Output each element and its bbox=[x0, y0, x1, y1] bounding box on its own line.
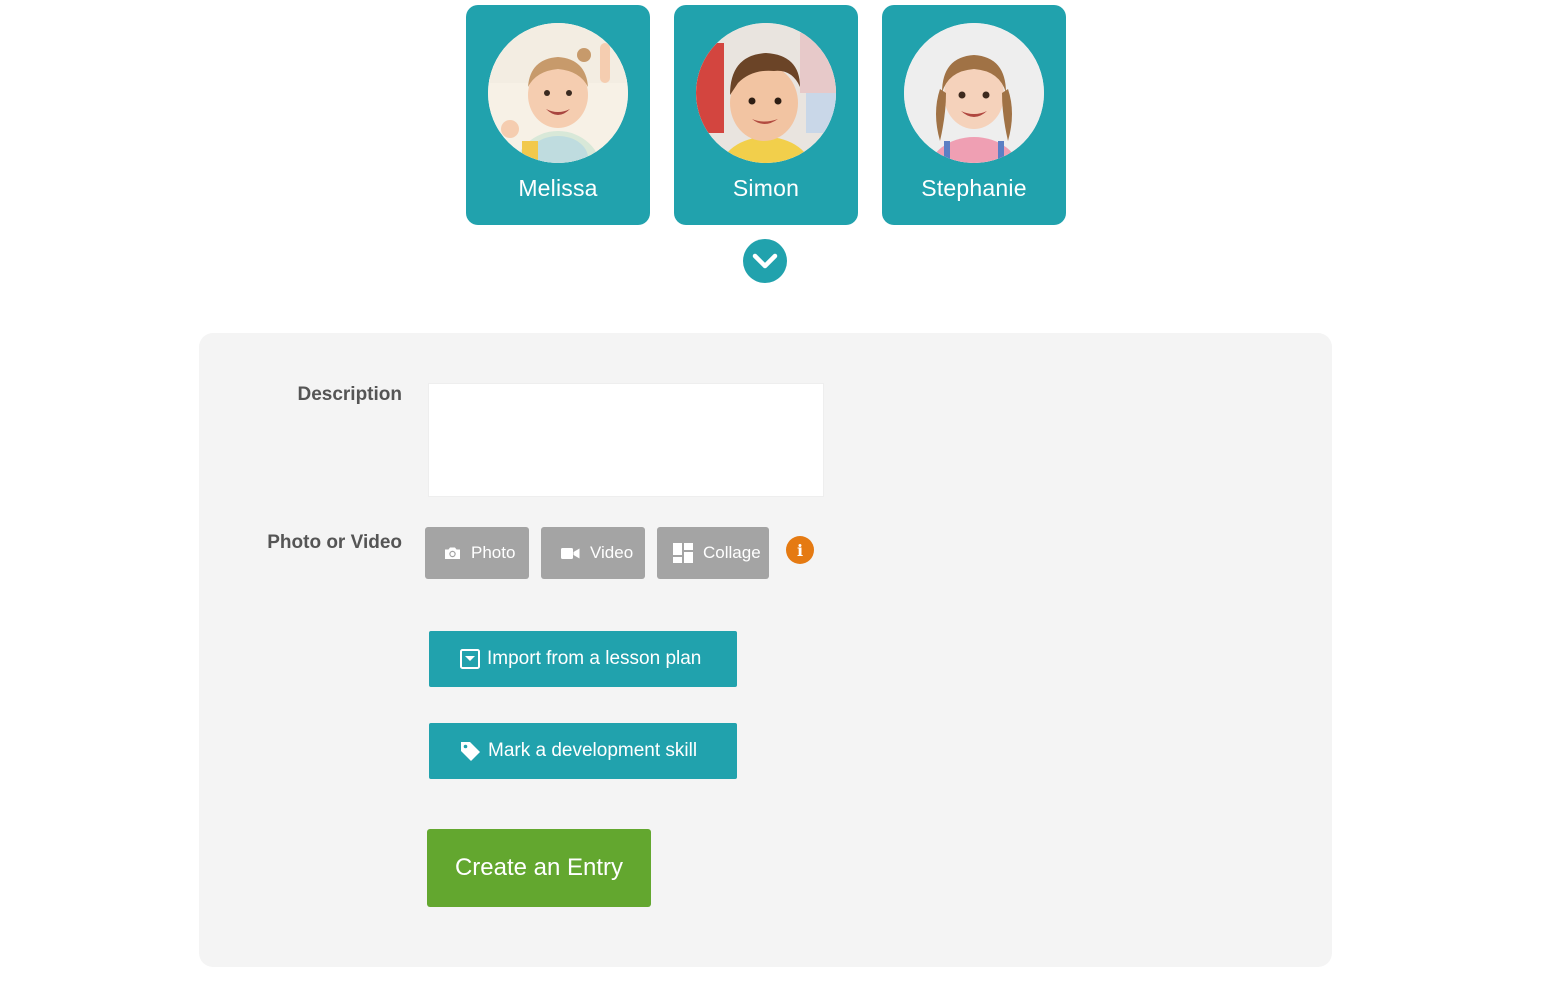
child-avatar bbox=[488, 23, 628, 163]
child-card-stephanie[interactable]: Stephanie bbox=[882, 5, 1066, 225]
tag-icon bbox=[460, 741, 481, 762]
video-button[interactable]: Video bbox=[541, 527, 645, 579]
collage-button[interactable]: Collage bbox=[657, 527, 769, 579]
child-avatar bbox=[696, 23, 836, 163]
mark-development-skill-button[interactable]: Mark a development skill bbox=[429, 723, 737, 779]
create-entry-button[interactable]: Create an Entry bbox=[427, 829, 651, 907]
child-avatar bbox=[904, 23, 1044, 163]
child-card-melissa[interactable]: Melissa bbox=[466, 5, 650, 225]
video-camera-icon bbox=[561, 547, 580, 560]
collage-button-label: Collage bbox=[703, 543, 761, 562]
chevron-down-icon bbox=[752, 253, 778, 269]
child-name: Simon bbox=[732, 175, 800, 201]
description-label: Description bbox=[297, 384, 402, 405]
child-photo-girl-2-icon bbox=[904, 23, 1044, 163]
description-input[interactable] bbox=[428, 383, 824, 497]
mark-development-skill-label: Mark a development skill bbox=[488, 740, 698, 761]
photo-button[interactable]: Photo bbox=[425, 527, 529, 579]
photo-button-label: Photo bbox=[471, 543, 516, 562]
video-button-label: Video bbox=[590, 543, 634, 562]
child-name: Stephanie bbox=[921, 175, 1027, 201]
page: Melissa Simon Stephanie Description Phot… bbox=[0, 0, 1542, 1008]
import-icon bbox=[460, 649, 480, 669]
child-name: Melissa bbox=[518, 175, 598, 201]
import-lesson-plan-label: Import from a lesson plan bbox=[487, 648, 702, 669]
import-lesson-plan-button[interactable]: Import from a lesson plan bbox=[429, 631, 737, 687]
camera-icon bbox=[444, 546, 461, 560]
photo-or-video-label: Photo or Video bbox=[267, 532, 402, 553]
entry-form-panel: Description Photo or Video Photo Video C… bbox=[199, 333, 1332, 967]
expand-children-button[interactable] bbox=[743, 239, 787, 283]
child-card-simon[interactable]: Simon bbox=[674, 5, 858, 225]
collage-icon bbox=[673, 543, 693, 563]
child-photo-girl-1-icon bbox=[488, 23, 628, 163]
info-icon[interactable]: i bbox=[786, 536, 814, 564]
child-photo-boy-icon bbox=[696, 23, 836, 163]
